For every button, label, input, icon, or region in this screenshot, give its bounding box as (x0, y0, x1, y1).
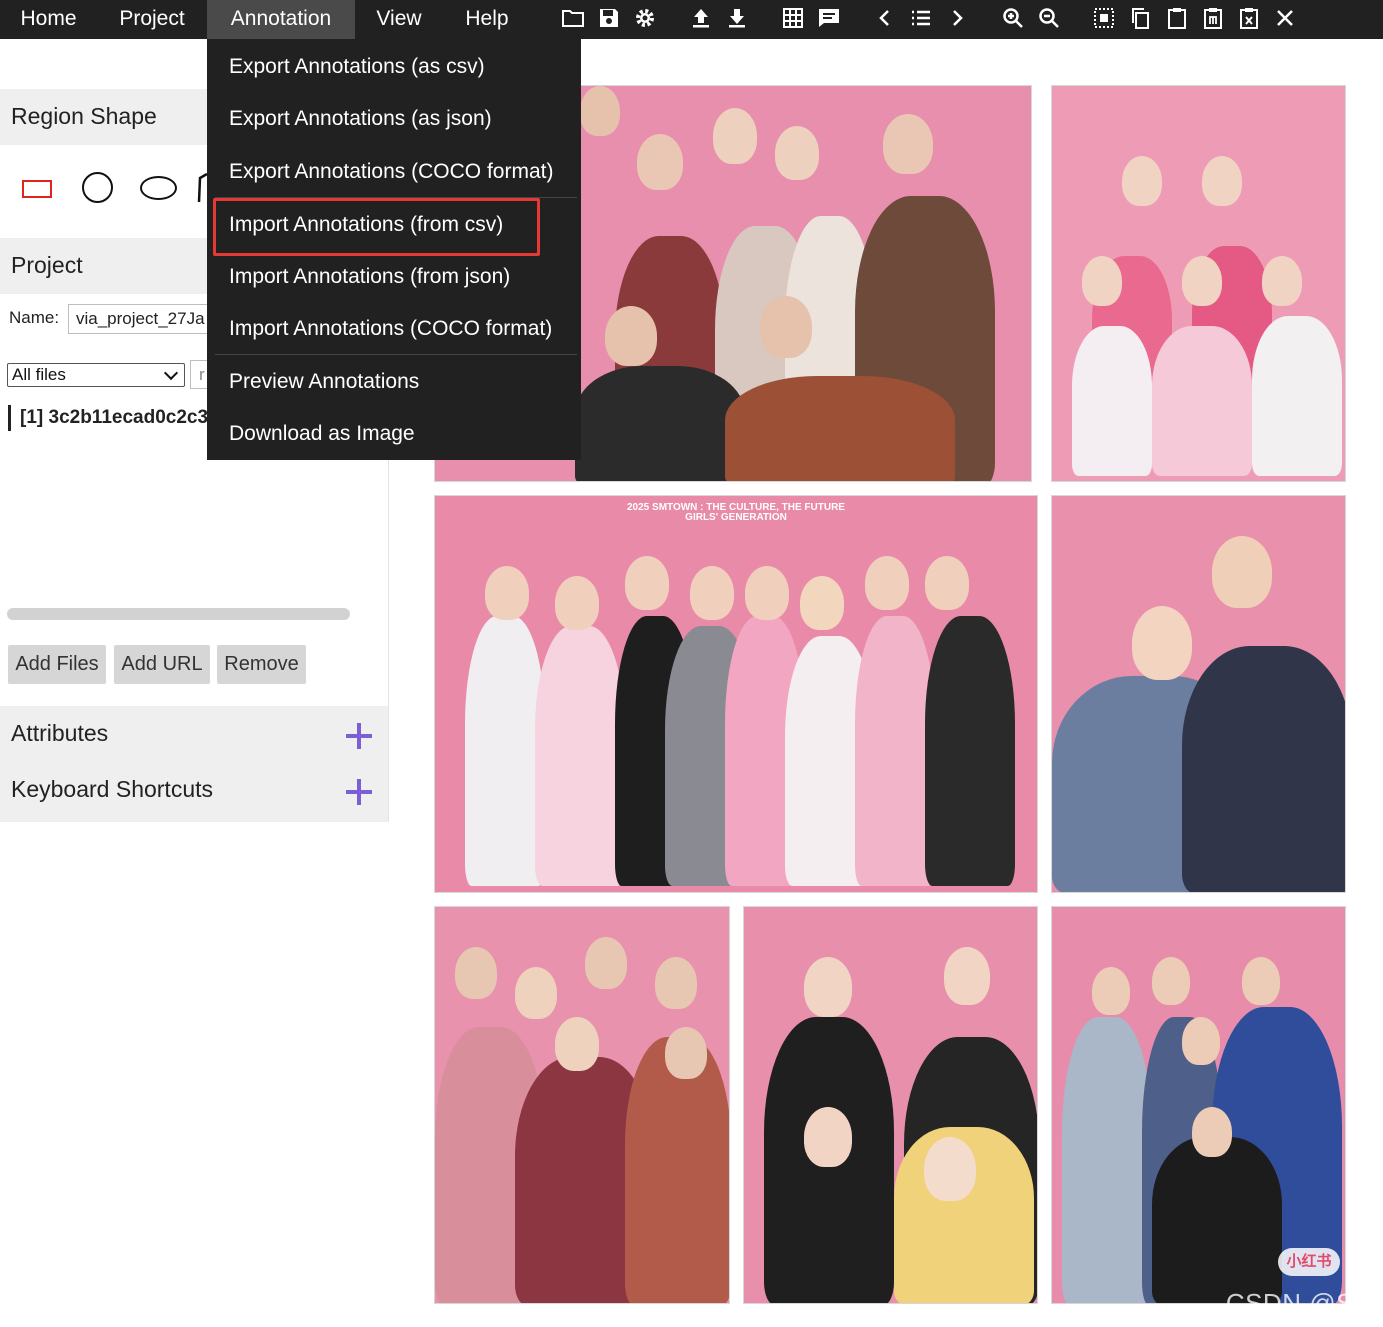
menu-export-json[interactable]: Export Annotations (as json) (229, 97, 492, 141)
delete-region-icon[interactable] (1236, 5, 1262, 31)
menu-import-json[interactable]: Import Annotations (from json) (229, 255, 510, 299)
plus-icon[interactable] (346, 723, 372, 749)
watermark-badge: 小红书 (1278, 1248, 1340, 1276)
keyboard-shortcuts-header[interactable]: Keyboard Shortcuts (0, 762, 388, 822)
gallery-image[interactable] (743, 906, 1038, 1304)
file-list-item[interactable]: [1] 3c2b11ecad0c2c3 (8, 405, 208, 431)
paste-icon[interactable] (1164, 5, 1190, 31)
rectangle-shape-icon[interactable] (22, 180, 52, 198)
menu-import-coco[interactable]: Import Annotations (COCO format) (229, 307, 552, 351)
gallery-image[interactable]: 2025 SMTOWN : THE CULTURE, THE FUTURE GI… (434, 495, 1038, 893)
menu-download-image[interactable]: Download as Image (229, 412, 415, 456)
chevron-down-icon (163, 365, 179, 381)
close-icon[interactable] (1272, 5, 1298, 31)
image-caption: GIRLS' GENERATION (685, 512, 787, 523)
file-list-scrollbar[interactable] (7, 608, 350, 620)
remove-button[interactable]: Remove (217, 645, 306, 684)
chevron-left-icon[interactable] (872, 5, 898, 31)
file-filter-value: All files (12, 365, 66, 384)
keyboard-shortcuts-title: Keyboard Shortcuts (11, 776, 214, 802)
zoom-out-icon[interactable] (1036, 5, 1062, 31)
menu-help[interactable]: Help (443, 0, 531, 39)
folder-icon[interactable] (560, 5, 586, 31)
paste-special-icon[interactable] (1200, 5, 1226, 31)
project-name-input[interactable]: via_project_27Ja (68, 304, 208, 334)
gallery-image[interactable] (434, 906, 730, 1304)
add-files-button[interactable]: Add Files (8, 645, 106, 684)
zoom-in-icon[interactable] (1000, 5, 1026, 31)
gallery-image[interactable] (1051, 906, 1346, 1304)
gear-icon[interactable] (632, 5, 658, 31)
menu-export-csv[interactable]: Export Annotations (as csv) (229, 45, 485, 89)
watermark-text: CSDN @Sily (1225, 1288, 1380, 1318)
chevron-right-icon[interactable] (944, 5, 970, 31)
project-title: Project (11, 252, 83, 278)
menu-separator (215, 197, 577, 198)
menu-separator (215, 354, 577, 355)
comment-icon[interactable] (816, 5, 842, 31)
list-icon[interactable] (908, 5, 934, 31)
project-name-label: Name: (9, 308, 60, 327)
save-icon[interactable] (596, 5, 622, 31)
add-url-button[interactable]: Add URL (114, 645, 210, 684)
attributes-title: Attributes (11, 720, 109, 746)
download-icon[interactable] (724, 5, 750, 31)
menu-export-coco[interactable]: Export Annotations (COCO format) (229, 150, 553, 194)
select-all-icon[interactable] (1091, 5, 1117, 31)
menu-import-csv[interactable]: Import Annotations (from csv) (229, 203, 503, 247)
gallery-image[interactable] (1051, 85, 1346, 482)
circle-shape-icon[interactable] (82, 172, 113, 203)
region-shape-title: Region Shape (11, 103, 157, 129)
copy-icon[interactable] (1127, 5, 1153, 31)
grid-icon[interactable] (780, 5, 806, 31)
plus-icon[interactable] (346, 779, 372, 805)
upload-icon[interactable] (688, 5, 714, 31)
attributes-header[interactable]: Attributes (0, 706, 388, 762)
menu-preview-annotations[interactable]: Preview Annotations (229, 360, 419, 404)
gallery-image[interactable] (1051, 495, 1346, 893)
ellipse-shape-icon[interactable] (140, 176, 177, 200)
file-filter-select[interactable]: All files (7, 363, 185, 387)
annotation-menu-dropdown: Export Annotations (as csv) Export Annot… (207, 39, 581, 460)
